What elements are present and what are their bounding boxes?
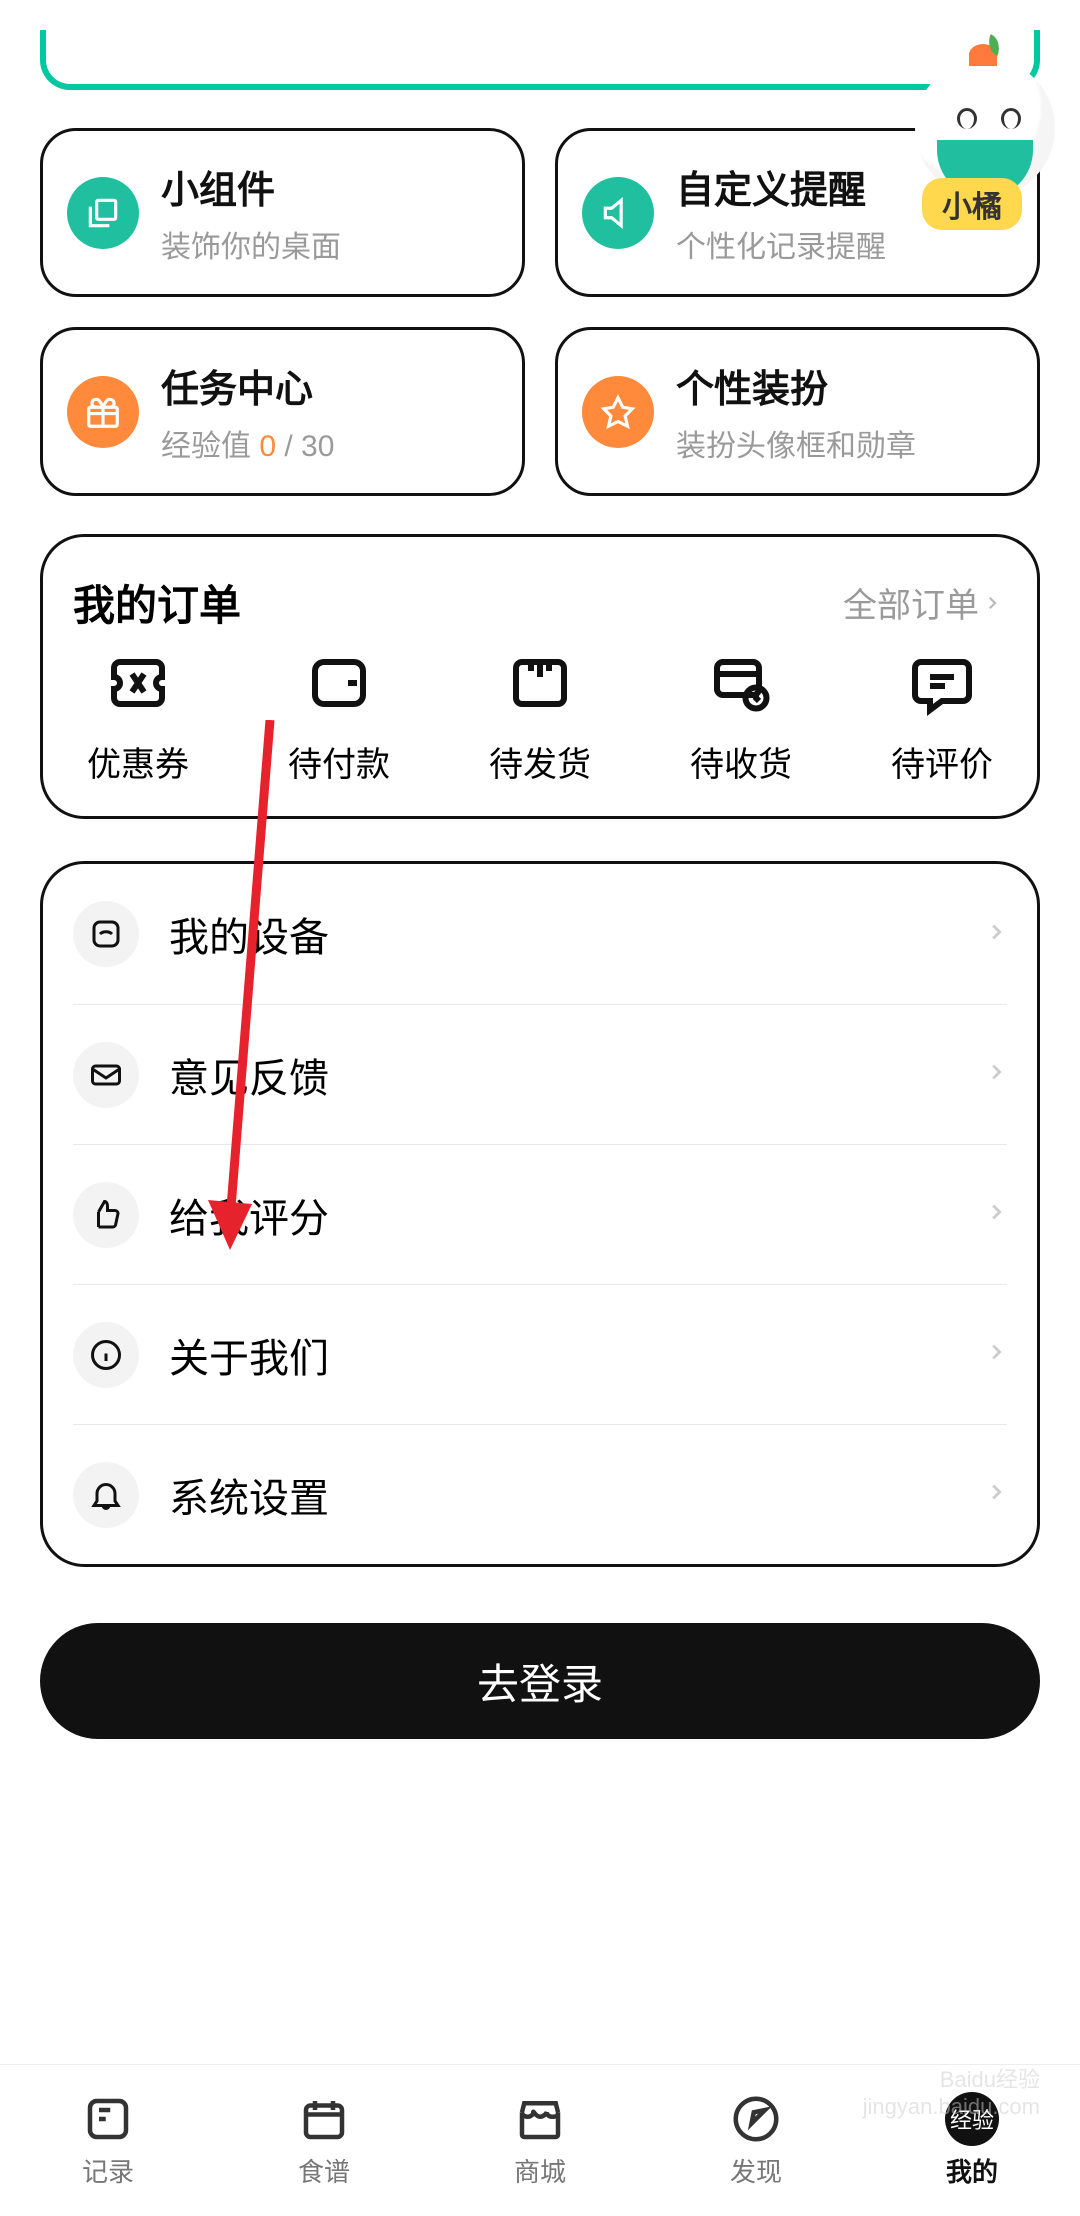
widget-card[interactable]: 小组件 装饰你的桌面 [40,128,525,297]
chevron-right-icon [985,1201,1007,1228]
order-item-pending-ship[interactable]: 待发货 [475,647,605,786]
scale-icon [73,901,139,967]
task-center-xp: 经验值 0 / 30 [161,421,334,465]
settings-row-devices[interactable]: 我的设备 [73,864,1007,1004]
orders-panel: 我的订单 全部订单 优惠券 待付款 待发货 待收货 待评价 [40,534,1040,819]
all-orders-link[interactable]: 全部订单 [843,578,1007,627]
tab-discover[interactable]: 发现 [729,2092,783,2189]
widget-title: 小组件 [161,159,341,214]
watermark: Baidu经验 jingyan.baidu.com [863,2067,1040,2120]
login-button[interactable]: 去登录 [40,1623,1040,1739]
top-banner-placeholder [40,30,1040,90]
speaker-icon [582,177,654,249]
tab-recipes[interactable]: 食谱 [297,2092,351,2189]
chevron-right-icon [983,594,1001,612]
dressup-sub: 装扮头像框和勋章 [676,421,916,465]
chevron-right-icon [985,921,1007,948]
mail-icon [73,1042,139,1108]
info-icon [73,1322,139,1388]
chevron-right-icon [985,1341,1007,1368]
custom-remind-title: 自定义提醒 [676,159,886,214]
gift-icon [67,376,139,448]
mascot-label: 小橘 [922,178,1022,230]
thumbs-up-icon [73,1182,139,1248]
order-item-pending-pay[interactable]: 待付款 [274,647,404,786]
order-item-coupon[interactable]: 优惠券 [73,647,203,786]
custom-remind-sub: 个性化记录提醒 [676,222,886,266]
order-item-pending-receive[interactable]: 待收货 [676,647,806,786]
tab-record[interactable]: 记录 [81,2092,135,2189]
settings-row-system[interactable]: 系统设置 [73,1424,1007,1564]
tab-shop[interactable]: 商城 [513,2092,567,2189]
dressup-title: 个性装扮 [676,358,916,413]
dressup-card[interactable]: 个性装扮 装扮头像框和勋章 [555,327,1040,496]
orders-title: 我的订单 [73,572,241,633]
mascot-floating-button[interactable]: 小橘 [900,58,1070,228]
task-center-title: 任务中心 [161,358,334,413]
settings-row-rate[interactable]: 给我评分 [73,1144,1007,1284]
widget-sub: 装饰你的桌面 [161,222,341,266]
star-icon [582,376,654,448]
settings-panel: 我的设备 意见反馈 给我评分 关于我们 系统设置 [40,861,1040,1567]
widget-icon [67,177,139,249]
order-item-pending-review[interactable]: 待评价 [877,647,1007,786]
settings-row-feedback[interactable]: 意见反馈 [73,1004,1007,1144]
task-center-card[interactable]: 任务中心 经验值 0 / 30 [40,327,525,496]
settings-row-about[interactable]: 关于我们 [73,1284,1007,1424]
bell-icon [73,1462,139,1528]
chevron-right-icon [985,1481,1007,1508]
chevron-right-icon [985,1061,1007,1088]
